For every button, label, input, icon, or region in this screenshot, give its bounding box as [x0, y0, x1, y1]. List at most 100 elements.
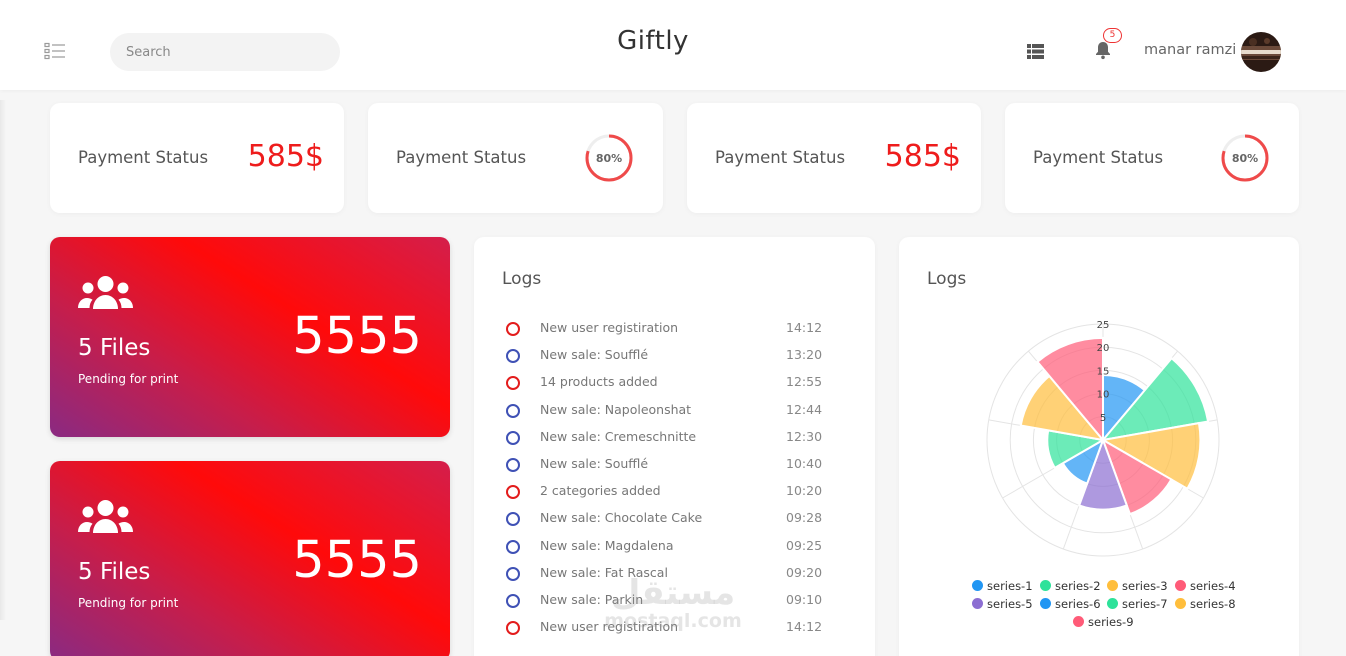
polar-tick-label: 10 — [1097, 390, 1110, 401]
user-name[interactable]: manar ramzi — [1144, 42, 1236, 58]
log-item: New sale: Magdalena 09:25 — [506, 537, 826, 557]
log-item: 14 products added 12:55 — [506, 373, 826, 393]
log-time: 09:10 — [786, 592, 823, 607]
log-text: New sale: Soufflé — [540, 347, 649, 363]
legend-item[interactable]: series-8 — [1175, 597, 1236, 611]
log-text: New sale: Fat Rascal — [540, 564, 668, 580]
stat-label: Payment Status — [715, 148, 846, 167]
menu-list-icon[interactable] — [44, 42, 68, 60]
stat-card-4: Payment Status 80% — [1005, 103, 1299, 213]
legend-marker — [1175, 598, 1186, 609]
legend-item[interactable]: series-1 — [972, 579, 1033, 593]
legend-label: series-2 — [1055, 579, 1101, 593]
log-text: New sale: Magdalena — [540, 537, 674, 553]
files-number: 5555 — [292, 531, 422, 590]
log-item: 2 categories added 10:20 — [506, 482, 826, 502]
stat-card-3: Payment Status 585$ — [687, 103, 981, 213]
log-text: New user registiration — [540, 320, 679, 335]
polar-tick-label: 5 — [1100, 413, 1106, 424]
user-avatar[interactable] — [1241, 32, 1281, 72]
stat-label: Payment Status — [1033, 148, 1164, 167]
log-time: 14:12 — [786, 619, 823, 635]
legend-label: series-9 — [1088, 615, 1134, 629]
log-status-icon — [506, 594, 520, 608]
log-time: 09:28 — [786, 510, 823, 526]
legend-marker — [972, 598, 983, 609]
legend-marker — [1040, 580, 1051, 591]
log-item: New sale: Fat Rascal 09:20 — [506, 564, 826, 584]
log-text: New sale: Soufflé — [540, 456, 649, 471]
legend-marker — [972, 580, 983, 591]
legend-label: series-4 — [1190, 579, 1236, 593]
stat-card-1: Payment Status 585$ — [50, 103, 344, 213]
log-item: New sale: Cremeschnitte 12:30 — [506, 428, 826, 448]
legend-item[interactable]: series-5 — [972, 597, 1033, 611]
files-number: 5555 — [292, 307, 422, 366]
bell-icon[interactable] — [1093, 40, 1113, 60]
legend-marker — [1073, 616, 1084, 627]
log-item: New user registiration 14:12 — [506, 319, 826, 339]
search-input[interactable] — [110, 33, 340, 71]
log-time: 12:30 — [786, 428, 823, 444]
log-item: New sale: Parkin 09:10 — [506, 591, 826, 611]
log-text: New sale: Napoleonshat — [540, 401, 692, 417]
stat-label: Payment Status — [396, 148, 527, 167]
log-item: New sale: Napoleonshat 12:44 — [506, 401, 826, 421]
stat-card-2: Payment Status 80% — [368, 103, 663, 213]
stat-label: Payment Status — [78, 148, 209, 167]
grid-view-icon[interactable] — [1027, 44, 1044, 59]
legend-item[interactable]: series-7 — [1107, 597, 1168, 611]
files-card-1[interactable]: 5 Files Pending for print 5555 — [50, 237, 450, 437]
users-icon — [78, 500, 133, 533]
logs-card: Logs New user registiration 14:12 New sale… — [474, 237, 875, 656]
log-time: 12:44 — [786, 401, 823, 417]
log-item: New user registiration 14:12 — [506, 618, 826, 638]
log-status-icon — [506, 430, 520, 445]
legend-item[interactable]: series-9 — [1073, 615, 1134, 629]
legend-label: series-3 — [1122, 579, 1168, 593]
polar-tick-label: 15 — [1097, 366, 1110, 377]
files-subtitle: Pending for print — [78, 372, 179, 386]
legend-item[interactable]: series-6 — [1040, 597, 1101, 611]
log-status-icon — [506, 485, 520, 500]
legend-marker — [1175, 580, 1186, 591]
legend-label: series-8 — [1190, 597, 1236, 611]
log-text: New sale: Parkin — [540, 592, 644, 607]
polar-area-chart: 25 20 15 10 5 — [986, 320, 1220, 557]
progress-ring-label: 80% — [596, 152, 622, 165]
log-status-icon — [506, 539, 520, 554]
log-time: 09:20 — [786, 564, 823, 580]
notification-badge: 5 — [1103, 28, 1122, 43]
users-icon — [78, 276, 133, 309]
legend-label: series-5 — [987, 597, 1033, 611]
legend-label: series-7 — [1122, 597, 1168, 611]
progress-ring-label: 80% — [1232, 152, 1258, 165]
log-time: 13:20 — [786, 347, 823, 363]
legend-item[interactable]: series-2 — [1040, 579, 1101, 593]
logs-title: Logs — [502, 269, 542, 289]
log-status-icon — [506, 376, 520, 391]
brand-title: Giftly — [617, 26, 689, 56]
log-text: New sale: Chocolate Cake — [540, 510, 703, 526]
legend-marker — [1107, 580, 1118, 591]
polar-tick-label: 25 — [1097, 320, 1110, 331]
files-card-2[interactable]: 5 Files Pending for print 5555 — [50, 461, 450, 656]
files-title: 5 Files — [78, 335, 151, 361]
log-item: New sale: Soufflé 10:40 — [506, 455, 826, 475]
legend-label: series-1 — [987, 579, 1033, 593]
log-item: New sale: Soufflé 13:20 — [506, 346, 826, 366]
log-text: 2 categories added — [540, 483, 661, 499]
files-title: 5 Files — [78, 559, 151, 585]
log-text: New sale: Cremeschnitte — [540, 428, 697, 444]
log-status-icon — [506, 512, 520, 527]
stat-value: 585$ — [247, 139, 324, 174]
files-subtitle: Pending for print — [78, 596, 179, 610]
log-status-icon — [506, 403, 520, 418]
log-time: 12:55 — [786, 374, 823, 390]
legend-label: series-6 — [1055, 597, 1101, 611]
legend-item[interactable]: series-3 — [1107, 579, 1168, 593]
log-text: New user registiration — [540, 619, 679, 635]
log-text: 14 products added — [540, 374, 658, 390]
log-status-icon — [506, 458, 520, 472]
legend-item[interactable]: series-4 — [1175, 579, 1236, 593]
